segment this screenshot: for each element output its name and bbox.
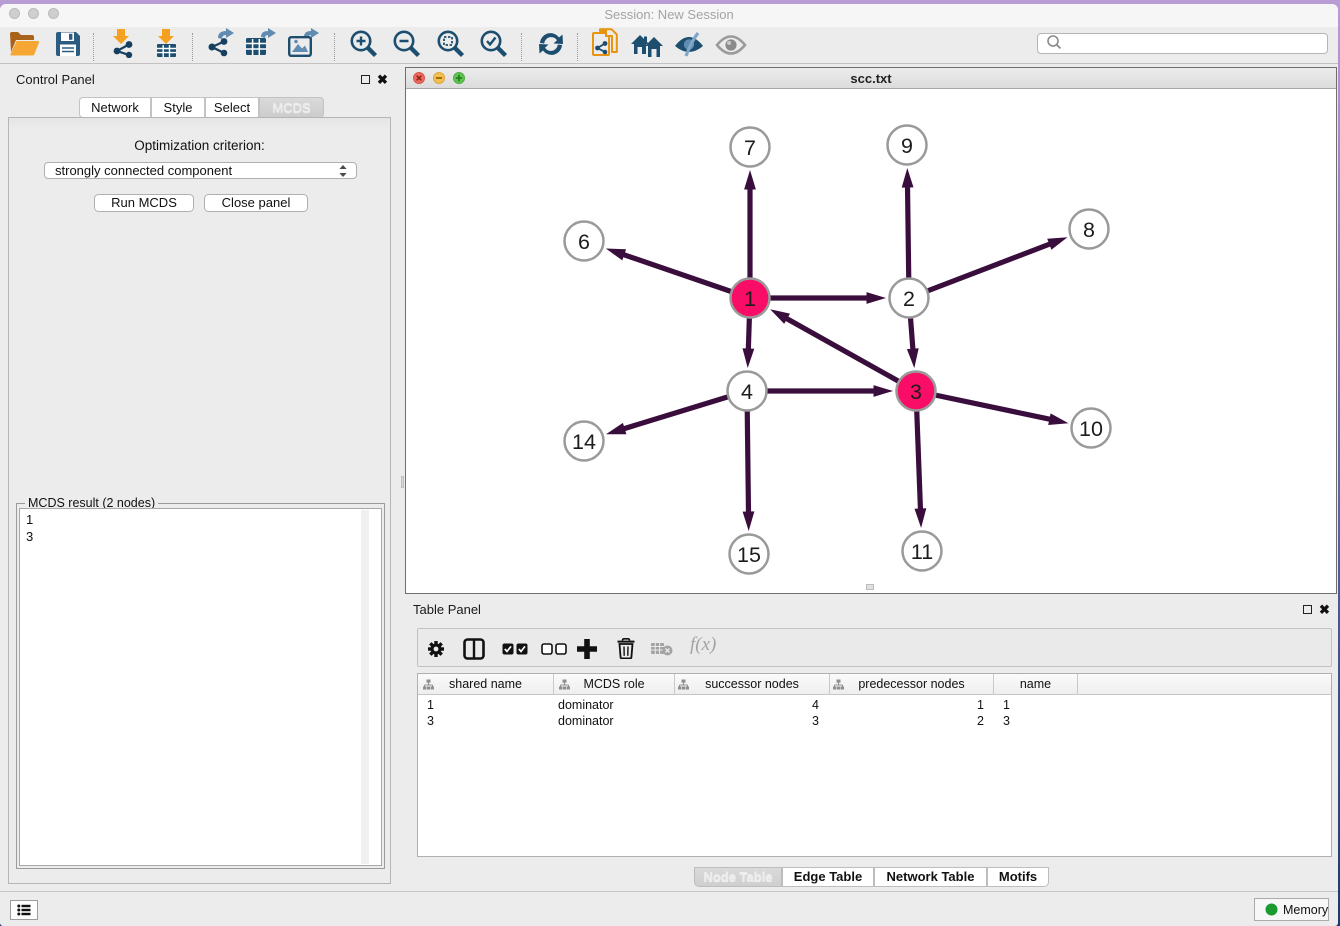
svg-text:3: 3 xyxy=(910,380,922,404)
svg-text:6: 6 xyxy=(578,230,590,254)
svg-text:8: 8 xyxy=(1083,218,1095,242)
svg-text:2: 2 xyxy=(903,287,915,311)
svg-text:14: 14 xyxy=(572,430,596,454)
svg-text:4: 4 xyxy=(741,380,753,404)
svg-text:9: 9 xyxy=(901,134,913,158)
svg-text:15: 15 xyxy=(737,543,761,567)
svg-text:11: 11 xyxy=(911,540,933,564)
svg-text:10: 10 xyxy=(1079,417,1103,441)
svg-text:1: 1 xyxy=(744,287,756,311)
svg-text:7: 7 xyxy=(744,136,756,160)
